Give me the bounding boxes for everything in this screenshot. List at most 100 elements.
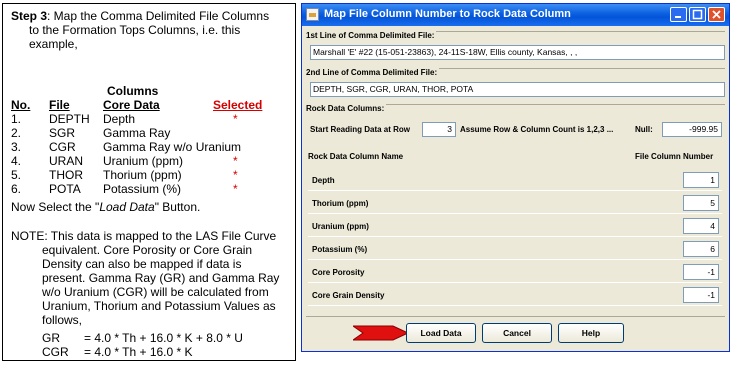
load-data-button[interactable]: Load Data <box>406 323 476 343</box>
column-number-input[interactable]: 4 <box>683 218 719 234</box>
mapping-row: 4. URAN Uranium (ppm) * <box>3 154 293 168</box>
maximize-button[interactable] <box>689 7 706 22</box>
title-bar[interactable]: Map File Column Number to Rock Data Colu… <box>302 4 729 26</box>
column-number-header: File Column Number <box>635 152 714 161</box>
formula-name: CGR <box>42 345 69 359</box>
first-line-label: 1st Line of Comma Delimited File: <box>306 31 437 40</box>
row-core: Uranium (ppm) <box>103 154 184 168</box>
row-core: Thorium (ppm) <box>103 168 182 182</box>
column-name: Depth <box>312 176 335 185</box>
mapping-row: 3. CGR Gamma Ray w/o Uranium <box>3 140 293 154</box>
mapping-row-uranium: Uranium (ppm) 4 <box>308 215 722 237</box>
column-name-header: Rock Data Column Name <box>308 152 404 161</box>
minimize-button[interactable] <box>670 7 687 22</box>
now-select-post: " Button. <box>154 200 201 214</box>
row-file: URAN <box>49 154 84 168</box>
mapping-row-core-porosity: Core Porosity -1 <box>308 261 722 283</box>
help-button[interactable]: Help <box>558 323 624 343</box>
now-select-pre: Now Select the " <box>11 200 100 214</box>
row-core: Depth <box>103 112 136 126</box>
selected-star: * <box>233 182 238 196</box>
mapping-row: 2. SGR Gamma Ray <box>3 126 293 140</box>
column-name: Potassium (%) <box>312 245 368 254</box>
column-number-input[interactable]: 1 <box>683 172 719 188</box>
start-row-input[interactable]: 3 <box>422 122 456 137</box>
row-core: Gamma Ray w/o Uranium <box>103 140 242 154</box>
note-text: NOTE: This data is mapped to the LAS Fil… <box>11 229 293 327</box>
header-no: No. <box>11 98 31 112</box>
now-select-em: Load Data <box>99 200 155 214</box>
row-file: SGR <box>49 126 76 140</box>
map-columns-dialog: Map File Column Number to Rock Data Colu… <box>301 3 730 352</box>
button-bar: Load Data Cancel Help <box>306 316 725 350</box>
row-no: 5. <box>11 168 22 182</box>
row-file: POTA <box>49 182 81 196</box>
formula-expr: = 4.0 * Th + 16.0 * K <box>84 345 193 359</box>
start-row-controls: Start Reading Data at Row 3 Assume Row &… <box>310 122 722 138</box>
mapping-row: 1. DEPTH Depth * <box>3 112 293 126</box>
cancel-button[interactable]: Cancel <box>482 323 552 343</box>
row-no: 1. <box>11 112 22 126</box>
column-name: Uranium (ppm) <box>312 222 369 231</box>
instruction-panel: Step 3: Map the Comma Delimited File Col… <box>2 3 296 361</box>
note-line: Density can also be mapped if data is <box>42 257 242 271</box>
row-core: Gamma Ray <box>103 126 171 140</box>
note-line: equivalent. Core Porosity or Core Grain <box>42 243 253 257</box>
selected-star: * <box>233 154 238 168</box>
formula-expr: = 4.0 * Th + 16.0 * K + 8.0 * U <box>84 331 243 345</box>
column-number-input[interactable]: 5 <box>683 195 719 211</box>
minimize-icon <box>675 16 681 18</box>
mapping-row-core-grain-density: Core Grain Density -1 <box>308 284 722 306</box>
window-title: Map File Column Number to Rock Data Colu… <box>324 8 571 20</box>
close-icon <box>712 10 721 19</box>
null-input[interactable]: -999.95 <box>662 122 722 137</box>
row-file: DEPTH <box>49 112 90 126</box>
row-no: 4. <box>11 154 22 168</box>
selected-star: * <box>233 168 238 182</box>
header-file: File <box>49 98 70 112</box>
close-button[interactable] <box>708 7 725 22</box>
row-core: Potassium (%) <box>103 182 182 196</box>
count-label: Assume Row & Column Count is 1,2,3 ... <box>460 125 614 134</box>
mapping-row-potassium: Potassium (%) 6 <box>308 238 722 260</box>
header-core-data: Core Data <box>103 98 160 112</box>
mapping-row: 6. POTA Potassium (%) * <box>3 182 293 196</box>
row-file: CGR <box>49 140 76 154</box>
note-line: NOTE: This data is mapped to the LAS Fil… <box>11 229 277 243</box>
start-row-label: Start Reading Data at Row <box>310 125 411 134</box>
column-number-input[interactable]: 6 <box>683 241 719 257</box>
note-line: Uranium, Thorium and Potassium Values as <box>42 299 276 313</box>
first-line-field[interactable]: Marshall 'E' #22 (15-051-23863), 24-11S-… <box>310 45 725 60</box>
selected-star: * <box>233 112 238 126</box>
step-line-2: to the Formation Tops Columns, i.e. this <box>29 23 241 37</box>
null-label: Null: <box>635 125 653 134</box>
header-selected: Selected <box>213 98 263 112</box>
rock-data-columns-label: Rock Data Columns: <box>306 104 387 113</box>
column-name: Core Porosity <box>312 268 365 277</box>
second-line-label: 2nd Line of Comma Delimited File: <box>306 68 440 77</box>
column-name: Core Grain Density <box>312 291 385 300</box>
row-no: 6. <box>11 182 22 196</box>
column-name: Thorium (ppm) <box>312 199 369 208</box>
column-number-input[interactable]: -1 <box>683 287 719 303</box>
formula-name: GR <box>42 331 60 345</box>
row-file: THOR <box>49 168 83 182</box>
row-no: 3. <box>11 140 22 154</box>
columns-header: Columns <box>107 84 159 98</box>
window-app-icon <box>306 8 319 21</box>
red-arrow-icon <box>353 325 409 341</box>
first-line-group: 1st Line of Comma Delimited File: Marsha… <box>306 31 725 65</box>
column-number-input[interactable]: -1 <box>683 264 719 280</box>
mapping-row-depth: Depth 1 <box>308 169 722 191</box>
step-line-1: : Map the Comma Delimited File Columns <box>47 9 270 23</box>
note-line: follows, <box>42 313 83 327</box>
now-select-text: Now Select the "Load Data" Button. <box>11 200 200 214</box>
step-label: Step 3 <box>11 9 48 23</box>
note-line: present. Gamma Ray (GR) and Gamma Ray <box>42 271 280 285</box>
mapping-row-thorium: Thorium (ppm) 5 <box>308 192 722 214</box>
note-line: w/o Uranium (CGR) will be calculated fro… <box>42 285 269 299</box>
second-line-field[interactable]: DEPTH, SGR, CGR, URAN, THOR, POTA <box>310 82 725 97</box>
maximize-icon <box>692 9 703 20</box>
row-no: 2. <box>11 126 22 140</box>
mapping-row: 5. THOR Thorium (ppm) * <box>3 168 293 182</box>
